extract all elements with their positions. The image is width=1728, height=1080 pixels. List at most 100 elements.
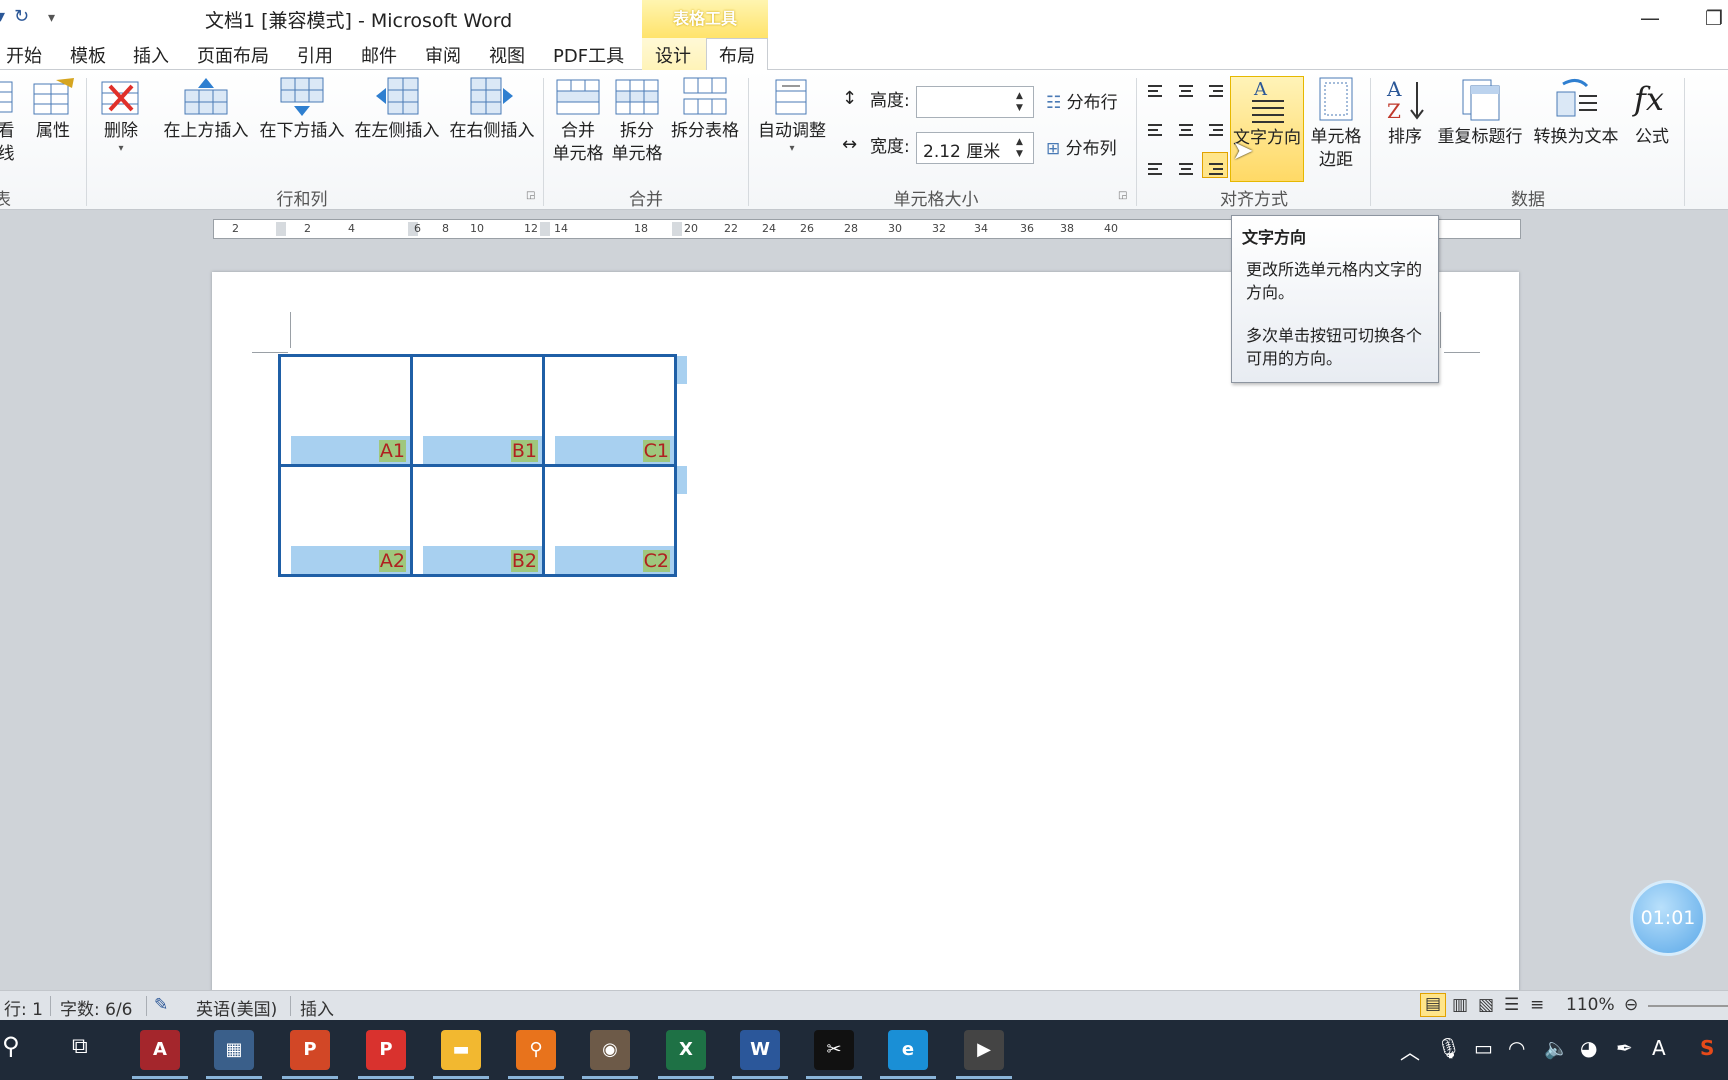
align-bottom-right-button[interactable] bbox=[1202, 152, 1228, 178]
zoom-slider[interactable] bbox=[1648, 1005, 1728, 1007]
merge-cells-button[interactable]: 合并 单元格 bbox=[551, 76, 605, 166]
wifi-icon[interactable]: ◠ bbox=[1508, 1036, 1525, 1060]
web-layout-icon[interactable]: ▧ bbox=[1478, 995, 1494, 1015]
tab-pdf-tools[interactable]: PDF工具 bbox=[553, 42, 624, 68]
width-spinner-icon[interactable]: ▲ ▼ bbox=[1016, 136, 1023, 160]
autofit-button[interactable]: 自动调整 ▾ bbox=[752, 76, 832, 155]
insert-below-button[interactable]: 在下方插入 bbox=[256, 76, 348, 143]
delete-button[interactable]: 删除 ▾ bbox=[96, 76, 146, 155]
distribute-rows-button[interactable]: ☷ 分布行 bbox=[1046, 92, 1118, 115]
convert-to-text-button[interactable]: 转换为文本 bbox=[1530, 76, 1622, 149]
document-table[interactable]: A1 B1 C1 A2 B2 C2 bbox=[278, 354, 677, 577]
taskbar-word-icon[interactable]: W bbox=[740, 1030, 780, 1070]
insert-above-button[interactable]: 在上方插入 bbox=[160, 76, 252, 143]
insert-right-button[interactable]: 在右侧插入 bbox=[446, 76, 538, 143]
tab-mailings[interactable]: 邮件 bbox=[361, 42, 397, 68]
zoom-out-icon[interactable]: ⊖ bbox=[1624, 995, 1638, 1015]
qq-icon[interactable]: ◕ bbox=[1580, 1036, 1597, 1060]
pen-icon[interactable]: ✒ bbox=[1616, 1036, 1633, 1060]
customize-quick-access-icon[interactable]: ▾ bbox=[48, 10, 55, 26]
task-view-icon[interactable]: ⧉ bbox=[72, 1034, 88, 1059]
tab-page-layout[interactable]: 页面布局 bbox=[197, 42, 269, 68]
align-top-left-button[interactable] bbox=[1142, 80, 1168, 106]
align-top-center-button[interactable] bbox=[1172, 80, 1198, 106]
status-word-count[interactable]: 字数: 6/6 bbox=[60, 995, 133, 1020]
recording-timer[interactable]: 01:01 bbox=[1630, 880, 1706, 956]
taskbar-powerpoint-icon[interactable]: P bbox=[290, 1030, 330, 1070]
taskbar-pdf-icon[interactable]: P bbox=[366, 1030, 406, 1070]
status-line[interactable]: 行: 1 bbox=[4, 995, 43, 1020]
status-language[interactable]: 英语(美国) bbox=[196, 995, 277, 1020]
sogou-input-icon[interactable]: S bbox=[1700, 1036, 1714, 1060]
restore-button[interactable]: ❐ bbox=[1705, 6, 1723, 30]
text-direction-button[interactable]: A 文字方向 bbox=[1230, 76, 1304, 182]
split-cells-icon bbox=[615, 79, 659, 115]
table-cell[interactable]: C1 bbox=[542, 354, 677, 467]
tab-view[interactable]: 视图 bbox=[489, 42, 525, 68]
align-middle-right-button[interactable] bbox=[1202, 116, 1228, 142]
table-cell[interactable]: B1 bbox=[410, 354, 545, 467]
split-table-button[interactable]: 拆分表格 bbox=[668, 76, 742, 143]
tab-insert[interactable]: 插入 bbox=[133, 42, 169, 68]
tab-review[interactable]: 审阅 bbox=[425, 42, 461, 68]
split-cells-button[interactable]: 拆分 单元格 bbox=[610, 76, 664, 166]
table-cell[interactable]: A1 bbox=[278, 354, 413, 467]
taskbar-access-icon[interactable]: A bbox=[140, 1030, 180, 1070]
align-bottom-left-button[interactable] bbox=[1142, 152, 1168, 178]
microphone-icon[interactable]: 🎙 bbox=[1436, 1036, 1461, 1060]
input-method-icon[interactable]: A bbox=[1652, 1036, 1666, 1060]
taskbar-calculator-icon[interactable]: ▦ bbox=[214, 1030, 254, 1070]
ruler-column-marker[interactable] bbox=[540, 222, 550, 236]
tray-overflow-icon[interactable]: ︿ bbox=[1400, 1036, 1420, 1065]
taskbar-search-tool-icon[interactable]: ⚲ bbox=[516, 1030, 556, 1070]
view-gridlines-button[interactable]: 看 线 bbox=[0, 76, 18, 166]
outline-view-icon[interactable]: ☰ bbox=[1504, 995, 1519, 1015]
search-icon[interactable]: ⚲ bbox=[2, 1032, 20, 1060]
align-top-right-button[interactable] bbox=[1202, 80, 1228, 106]
redo-icon[interactable]: ↻ bbox=[14, 6, 29, 27]
tab-templates[interactable]: 模板 bbox=[70, 42, 106, 68]
table-cell[interactable]: B2 bbox=[410, 464, 545, 577]
taskbar-excel-icon[interactable]: X bbox=[666, 1030, 706, 1070]
cell-margins-button[interactable]: 单元格 边距 bbox=[1308, 76, 1364, 172]
rows-cols-dialog-launcher-icon[interactable]: ◲ bbox=[526, 190, 535, 201]
align-line-icon bbox=[1179, 173, 1193, 175]
formula-button[interactable]: fx 公式 bbox=[1628, 76, 1676, 149]
distribute-cols-button[interactable]: ⊞ 分布列 bbox=[1046, 138, 1117, 161]
align-bottom-center-button[interactable] bbox=[1172, 152, 1198, 178]
taskbar-capcut-icon[interactable]: ✂ bbox=[814, 1030, 854, 1070]
quick-access-fragment-icon[interactable]: ▾ bbox=[0, 6, 5, 27]
tab-layout[interactable]: 布局 bbox=[706, 38, 768, 71]
align-middle-left-button[interactable] bbox=[1142, 116, 1168, 142]
height-spinner-icon[interactable]: ▲ ▼ bbox=[1016, 90, 1023, 114]
draft-view-icon[interactable]: ≡ bbox=[1530, 995, 1544, 1015]
taskbar-file-explorer-icon[interactable]: ▬ bbox=[441, 1030, 481, 1070]
align-line-icon bbox=[1181, 168, 1191, 170]
print-layout-view-icon[interactable]: ▤ bbox=[1420, 993, 1446, 1017]
taskbar-media-player-icon[interactable]: ▶ bbox=[964, 1030, 1004, 1070]
zoom-level[interactable]: 110% bbox=[1566, 995, 1615, 1015]
cell-size-dialog-launcher-icon[interactable]: ◲ bbox=[1118, 190, 1127, 201]
full-screen-reading-icon[interactable]: ▥ bbox=[1452, 995, 1468, 1015]
tab-design[interactable]: 设计 bbox=[655, 42, 691, 68]
minimize-button[interactable]: — bbox=[1640, 6, 1660, 30]
taskbar-edge-icon[interactable]: e bbox=[888, 1030, 928, 1070]
repeat-header-button[interactable]: 重复标题行 bbox=[1434, 76, 1526, 149]
insert-left-button[interactable]: 在左侧插入 bbox=[351, 76, 443, 143]
table-cell[interactable]: C2 bbox=[542, 464, 677, 577]
volume-icon[interactable]: 🔈 bbox=[1544, 1036, 1569, 1060]
tab-home[interactable]: 开始 bbox=[6, 42, 42, 68]
tab-references[interactable]: 引用 bbox=[297, 42, 333, 68]
distribute-rows-icon: ☷ bbox=[1046, 93, 1062, 113]
sort-button[interactable]: AZ 排序 bbox=[1380, 76, 1430, 149]
formula-fx-icon: fx bbox=[1632, 80, 1664, 118]
status-insert-mode[interactable]: 插入 bbox=[300, 995, 334, 1020]
ruler-column-marker[interactable] bbox=[276, 222, 286, 236]
align-middle-center-button[interactable] bbox=[1172, 116, 1198, 142]
proofing-icon[interactable]: ✎ bbox=[154, 995, 168, 1015]
taskbar-photo-icon[interactable]: ◉ bbox=[590, 1030, 630, 1070]
table-cell[interactable]: A2 bbox=[278, 464, 413, 577]
properties-button[interactable]: 属性 bbox=[30, 76, 76, 143]
battery-icon[interactable]: ▭ bbox=[1474, 1036, 1493, 1060]
ruler-column-marker[interactable] bbox=[672, 222, 682, 236]
